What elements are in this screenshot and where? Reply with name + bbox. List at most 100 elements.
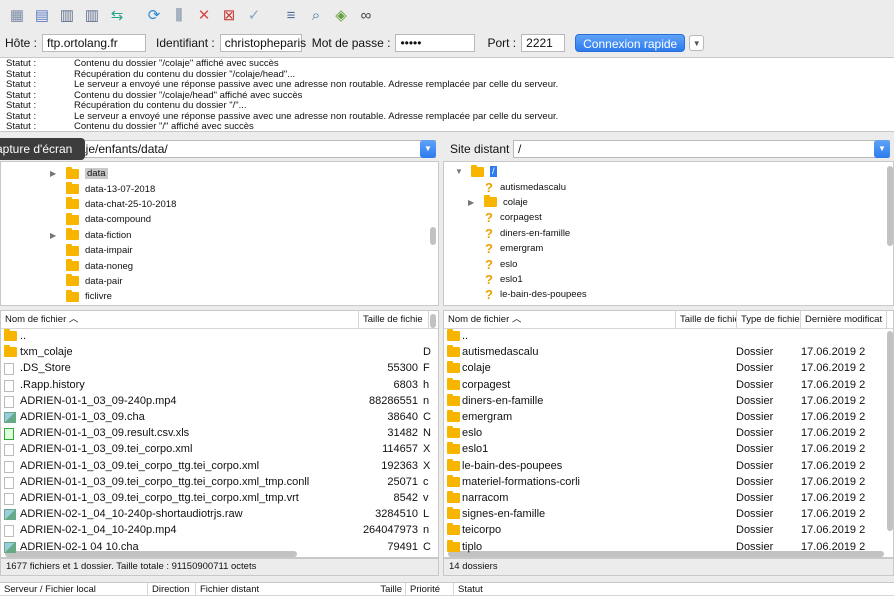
remote-file-row[interactable]: signes-en-famille Dossier 17.06.2019 2 xyxy=(444,506,893,522)
local-path-input[interactable]: aje/enfants/data/ ▼ xyxy=(60,140,436,158)
local-tree-scrollbar[interactable] xyxy=(430,227,436,245)
remote-file-row[interactable]: materiel-formations-corli Dossier 17.06.20… xyxy=(444,474,893,490)
remote-file-row[interactable]: .. xyxy=(444,328,893,344)
remote-tree-item[interactable]: ? eslo xyxy=(484,256,517,271)
local-file-row[interactable]: ADRIEN-01-1_03_09.tei_corpo_ttg.tei_corp… xyxy=(1,474,438,490)
remote-col-type[interactable]: Type de fichier xyxy=(737,311,801,329)
local-tree-item[interactable]: ▶ data-fiction xyxy=(50,228,131,243)
process-queue-icon[interactable]: ⫼ xyxy=(168,4,190,26)
queue-col-direction[interactable]: Direction xyxy=(148,583,196,597)
queue-col-remote[interactable]: Fichier distant xyxy=(196,583,406,597)
cancel-icon[interactable]: ✕ xyxy=(193,4,215,26)
binoculars-icon[interactable]: ∞ xyxy=(355,4,377,26)
local-tree-item[interactable]: data-noneg xyxy=(66,258,133,273)
remote-tree-item[interactable]: ? autismedascalu xyxy=(484,179,566,194)
username-input[interactable]: christopheparis xyxy=(219,34,306,52)
remote-tree-item[interactable]: ▼ / xyxy=(455,164,497,179)
file-type: Dossier xyxy=(736,411,774,423)
remote-file-row[interactable]: eslo1 Dossier 17.06.2019 2 xyxy=(444,441,893,457)
local-file-row[interactable]: ADRIEN-01-1_03_09.cha 38640 C xyxy=(1,409,438,425)
refresh-icon[interactable]: ⟳ xyxy=(143,4,165,26)
remote-tree-scrollbar[interactable] xyxy=(887,166,893,246)
remote-file-row[interactable]: eslo Dossier 17.06.2019 2 xyxy=(444,425,893,441)
toggle-local-tree-icon[interactable]: ▥ xyxy=(56,4,78,26)
host-input[interactable]: ftp.ortolang.fr xyxy=(42,34,147,52)
folder-icon xyxy=(66,289,79,302)
local-col-size[interactable]: Taille de fichie xyxy=(359,311,429,329)
local-tree-item[interactable]: data-pair xyxy=(66,274,123,289)
expand-arrow-icon[interactable]: ▶ xyxy=(50,169,56,178)
local-col-name[interactable]: Nom de fichier ︿ xyxy=(1,311,359,329)
remote-directory-tree[interactable]: ▼ /? autismedascalu ▶ colaje? corpagest? diner… xyxy=(443,161,894,306)
compare-icon[interactable]: ◈ xyxy=(330,4,352,26)
site-manager-icon[interactable]: ▦ xyxy=(6,4,28,26)
remote-tree-item[interactable]: ? le-bain-des-poupees xyxy=(484,287,587,302)
expand-arrow-icon[interactable]: ▶ xyxy=(50,231,56,240)
toggle-queue-icon[interactable]: ⇆ xyxy=(106,4,128,26)
local-directory-tree[interactable]: ▶ data data-13-07-2018 data-chat-25-10-2018… xyxy=(0,161,439,306)
toggle-log-icon[interactable]: ▤ xyxy=(31,4,53,26)
search-icon[interactable]: ⌕ xyxy=(305,4,327,26)
remote-tree-item[interactable]: ? eslo1 xyxy=(484,272,523,287)
remote-path-input[interactable]: / ▼ xyxy=(513,140,890,158)
remote-tree-item[interactable]: ? diners-en-famille xyxy=(484,226,570,241)
filter-icon[interactable]: ≡ xyxy=(280,4,302,26)
expand-arrow-icon[interactable]: ▶ xyxy=(468,198,474,207)
local-file-row[interactable]: txm_colaje D xyxy=(1,344,438,360)
remote-tree-item[interactable]: ? corpagest xyxy=(484,210,542,225)
local-file-row[interactable]: ADRIEN-02-1_04_10-240p-shortaudiotrjs.ra… xyxy=(1,506,438,522)
quickconnect-dropdown-icon[interactable]: ▼ xyxy=(689,35,705,51)
reconnect-icon[interactable]: ✓ xyxy=(243,4,265,26)
local-file-row[interactable]: ADRIEN-02-1 04 10.cha 79491 C xyxy=(1,539,438,555)
collapse-arrow-icon[interactable]: ▼ xyxy=(455,167,463,176)
remote-file-row[interactable]: narracom Dossier 17.06.2019 2 xyxy=(444,490,893,506)
local-tree-item[interactable]: ficlivre xyxy=(66,289,112,304)
local-path-dropdown-icon[interactable]: ▼ xyxy=(420,140,436,158)
local-tree-item[interactable]: data-compound xyxy=(66,212,151,227)
queue-col-server[interactable]: Serveur / Fichier local xyxy=(0,583,148,597)
remote-file-row[interactable]: teicorpo Dossier 17.06.2019 2 xyxy=(444,522,893,538)
local-tree-item[interactable]: ▶ data xyxy=(50,166,108,181)
local-file-row[interactable]: ADRIEN-02-1_04_10-240p.mp4 264047973 n xyxy=(1,522,438,538)
disconnect-icon[interactable]: ⊠ xyxy=(218,4,240,26)
remote-file-row[interactable]: emergram Dossier 17.06.2019 2 xyxy=(444,409,893,425)
queue-col-status[interactable]: Statut xyxy=(454,583,894,597)
message-log[interactable]: Statut : Contenu du dossier "/colaje" aff… xyxy=(0,57,894,132)
remote-file-row[interactable]: le-bain-des-poupees Dossier 17.06.2019 2 xyxy=(444,458,893,474)
local-file-row[interactable]: ADRIEN-01-1_03_09.tei_corpo_ttg.tei_corp… xyxy=(1,458,438,474)
file-modified: 17.06.2019 2 xyxy=(801,459,866,472)
remote-file-row[interactable]: corpagest Dossier 17.06.2019 2 xyxy=(444,377,893,393)
remote-tree-item[interactable]: ▶ colaje xyxy=(468,195,528,210)
remote-path-dropdown-icon[interactable]: ▼ xyxy=(874,140,890,158)
local-file-row[interactable]: .DS_Store 55300 F xyxy=(1,360,438,376)
toggle-remote-tree-icon[interactable]: ▥ xyxy=(81,4,103,26)
local-tree-item[interactable]: data-13-07-2018 xyxy=(66,181,155,196)
local-file-list[interactable]: Nom de fichier ︿ Taille de fichie .. txm_… xyxy=(0,310,439,558)
queue-col-size[interactable]: Taille xyxy=(376,583,406,597)
local-file-row[interactable]: ADRIEN-01-1_03_09.tei_corpo_ttg.tei_corp… xyxy=(1,490,438,506)
local-tree-item[interactable]: data-chat-25-10-2018 xyxy=(66,197,176,212)
transfer-queue[interactable] xyxy=(0,596,894,612)
remote-file-row[interactable]: autismedascalu Dossier 17.06.2019 2 xyxy=(444,344,893,360)
remote-col-size[interactable]: Taille de fichie xyxy=(676,311,737,329)
local-file-row[interactable]: .Rapp.history 6803 h xyxy=(1,377,438,393)
remote-col-modified[interactable]: Dernière modificat xyxy=(801,311,887,329)
local-file-row[interactable]: ADRIEN-01-1_03_09.result.csv.xls 31482 N xyxy=(1,425,438,441)
local-file-row[interactable]: ADRIEN-01-1_03_09.tei_corpo.xml 114657 X xyxy=(1,441,438,457)
password-label: Mot de passe : xyxy=(311,36,391,50)
quickconnect-button[interactable]: Connexion rapide xyxy=(575,34,686,52)
tree-item-label: ficlivre xyxy=(85,291,112,303)
remote-file-row[interactable]: colaje Dossier 17.06.2019 2 xyxy=(444,360,893,376)
remote-file-list[interactable]: Nom de fichier ︿ Taille de fichie Type d… xyxy=(443,310,894,558)
password-input[interactable]: ••••• xyxy=(395,34,476,52)
local-file-row[interactable]: .. xyxy=(1,328,438,344)
remote-file-row[interactable]: diners-en-famille Dossier 17.06.2019 2 xyxy=(444,393,893,409)
queue-col-priority[interactable]: Priorité xyxy=(406,583,454,597)
remote-tree-item[interactable]: ? emergram xyxy=(484,241,543,256)
remote-file-row[interactable]: tiplo Dossier 17.06.2019 2 xyxy=(444,539,893,555)
local-file-row[interactable]: ADRIEN-01-1_03_09-240p.mp4 88286551 n xyxy=(1,393,438,409)
port-input[interactable]: 2221 xyxy=(521,34,566,52)
local-tree-item[interactable]: data-impair xyxy=(66,243,133,258)
local-list-scrollbar[interactable] xyxy=(430,314,436,328)
remote-col-name[interactable]: Nom de fichier ︿ xyxy=(444,311,676,329)
